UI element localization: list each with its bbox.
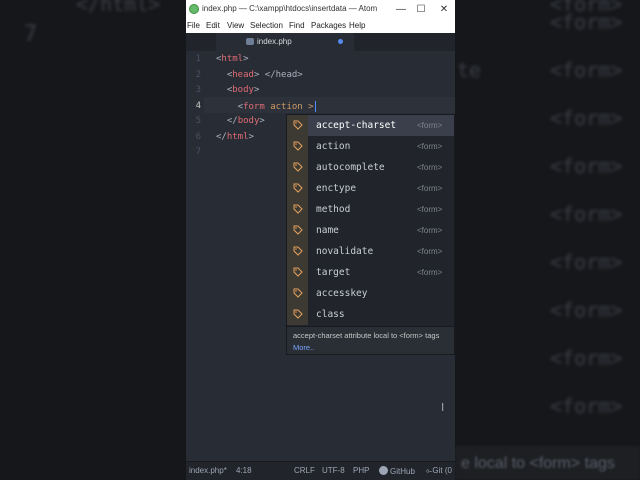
status-cursor-position[interactable]: 4:18 (236, 466, 252, 475)
autocomplete-popup: accept-charset <form> action <form> auto… (286, 114, 455, 355)
menu-help[interactable]: Help (349, 21, 365, 30)
status-grammar[interactable]: PHP (353, 466, 369, 475)
tag-icon (293, 141, 303, 151)
background-fragment: te (457, 58, 482, 82)
code-line[interactable]: <html> (216, 54, 249, 64)
line-number: 3 (195, 85, 201, 95)
menu-packages[interactable]: Packages (311, 21, 346, 30)
menu-selection[interactable]: Selection (250, 21, 283, 30)
window-title: index.php — C:\xampp\htdocs\insertdata —… (202, 4, 378, 13)
autocomplete-item[interactable]: method <form> (287, 199, 454, 220)
tag-icon (293, 162, 303, 172)
code-line[interactable]: <head> </head> (216, 70, 303, 80)
modified-indicator-icon[interactable] (338, 39, 343, 44)
menu-find[interactable]: Find (289, 21, 305, 30)
tag-icon (293, 267, 303, 277)
tag-icon (293, 309, 303, 319)
description-text: accept-charset attribute local to <form>… (293, 331, 440, 340)
tag-icon (293, 288, 303, 298)
background-fragment: <form> (550, 10, 623, 34)
autocomplete-item[interactable]: accept-charset <form> (287, 115, 454, 136)
autocomplete-item[interactable]: action <form> (287, 136, 454, 157)
line-number: 4 (195, 101, 201, 111)
line-number: 6 (195, 132, 201, 142)
background-fragment: <form> (550, 58, 623, 82)
tag-icon (293, 246, 303, 256)
autocomplete-item[interactable]: autocomplete <form> (287, 157, 454, 178)
background-left: </html> 7 (0, 0, 186, 480)
autocomplete-item[interactable]: accesskey (287, 283, 454, 304)
close-button[interactable]: ✕ (436, 2, 452, 17)
more-link[interactable]: More.. (293, 343, 314, 352)
text-select-cursor-icon: I (441, 401, 445, 414)
background-fragment: <form> (550, 298, 623, 322)
github-icon (379, 466, 388, 475)
tag-icon (293, 204, 303, 214)
background-fragment: <form> (550, 346, 623, 370)
line-number: 2 (195, 70, 201, 80)
background-caption: e local to <form> tags (455, 446, 640, 480)
status-bar: index.php* 4:18 CRLF UTF-8 PHP GitHub ⟜G… (186, 461, 455, 480)
atom-logo-icon (189, 4, 199, 14)
background-fragment: <form> (550, 154, 623, 178)
code-line[interactable]: </html> (216, 132, 254, 142)
tag-icon (293, 183, 303, 193)
tab-label: index.php (257, 37, 292, 46)
status-line-ending[interactable]: CRLF (294, 466, 315, 475)
tag-icon (293, 225, 303, 235)
menu-file[interactable]: File (187, 21, 200, 30)
text-cursor (314, 101, 316, 112)
autocomplete-item[interactable]: name <form> (287, 220, 454, 241)
status-file-name[interactable]: index.php* (189, 466, 227, 475)
status-encoding[interactable]: UTF-8 (322, 466, 345, 475)
background-fragment: 7 (24, 22, 38, 47)
git-panel-button[interactable]: ⟜Git (0 (426, 466, 452, 476)
line-number: 1 (195, 54, 201, 64)
menu-view[interactable]: View (227, 21, 244, 30)
background-fragment: </html> (76, 0, 161, 16)
background-fragment: <form> (550, 202, 623, 226)
title-bar[interactable]: index.php — C:\xampp\htdocs\insertdata —… (186, 0, 455, 19)
autocomplete-item[interactable]: target <form> (287, 262, 454, 283)
file-type-icon (246, 38, 254, 45)
autocomplete-item[interactable]: enctype <form> (287, 178, 454, 199)
autocomplete-description: accept-charset attribute local to <form>… (287, 326, 454, 354)
tab-bar: index.php (186, 33, 455, 51)
maximize-button[interactable]: ☐ (413, 2, 429, 17)
background-fragment: <form> (550, 250, 623, 274)
github-panel-button[interactable]: GitHub (379, 466, 415, 476)
autocomplete-item[interactable]: class (287, 304, 454, 325)
line-number: 5 (195, 116, 201, 126)
code-line-active[interactable]: <form action > (216, 101, 316, 112)
menu-bar: File Edit View Selection Find Packages H… (186, 19, 455, 34)
code-line[interactable]: </body> (216, 116, 265, 126)
menu-edit[interactable]: Edit (206, 21, 220, 30)
line-number: 7 (195, 147, 201, 157)
tag-icon (293, 120, 303, 130)
background-right: <form> <form> te <form> <form> <form> <f… (455, 0, 640, 480)
code-line[interactable]: <body> (216, 85, 260, 95)
background-fragment: <form> (550, 394, 623, 418)
minimize-button[interactable]: — (393, 2, 409, 17)
autocomplete-item[interactable]: novalidate <form> (287, 241, 454, 262)
background-fragment: <form> (550, 106, 623, 130)
tab-index-php[interactable]: index.php (216, 33, 354, 51)
